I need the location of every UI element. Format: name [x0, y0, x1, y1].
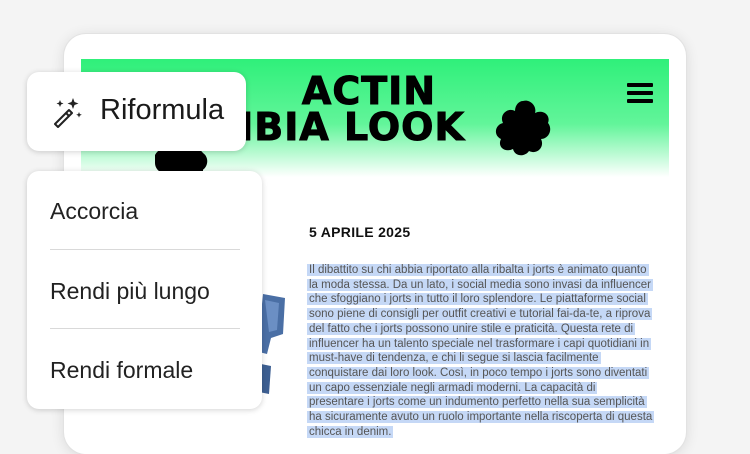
rephrase-options-menu: Accorcia Rendi più lungo Rendi formale: [27, 171, 262, 409]
rephrase-button-label: Riformula: [100, 94, 225, 126]
article-body[interactable]: Il dibattito su chi abbia riportato alla…: [307, 263, 655, 439]
menu-item-shorten[interactable]: Accorcia: [50, 191, 240, 231]
menu-item-formal[interactable]: Rendi formale: [50, 350, 240, 390]
article-date: 5 APRILE 2025: [309, 224, 411, 240]
hamburger-menu-icon[interactable]: [627, 83, 653, 103]
menu-divider: [50, 328, 240, 329]
menu-divider: [50, 249, 240, 250]
menu-item-lengthen[interactable]: Rendi più lungo: [50, 271, 240, 311]
magic-wand-icon: [54, 98, 82, 128]
rephrase-button[interactable]: Riformula: [27, 72, 246, 151]
selected-text[interactable]: Il dibattito su chi abbia riportato alla…: [307, 264, 655, 438]
